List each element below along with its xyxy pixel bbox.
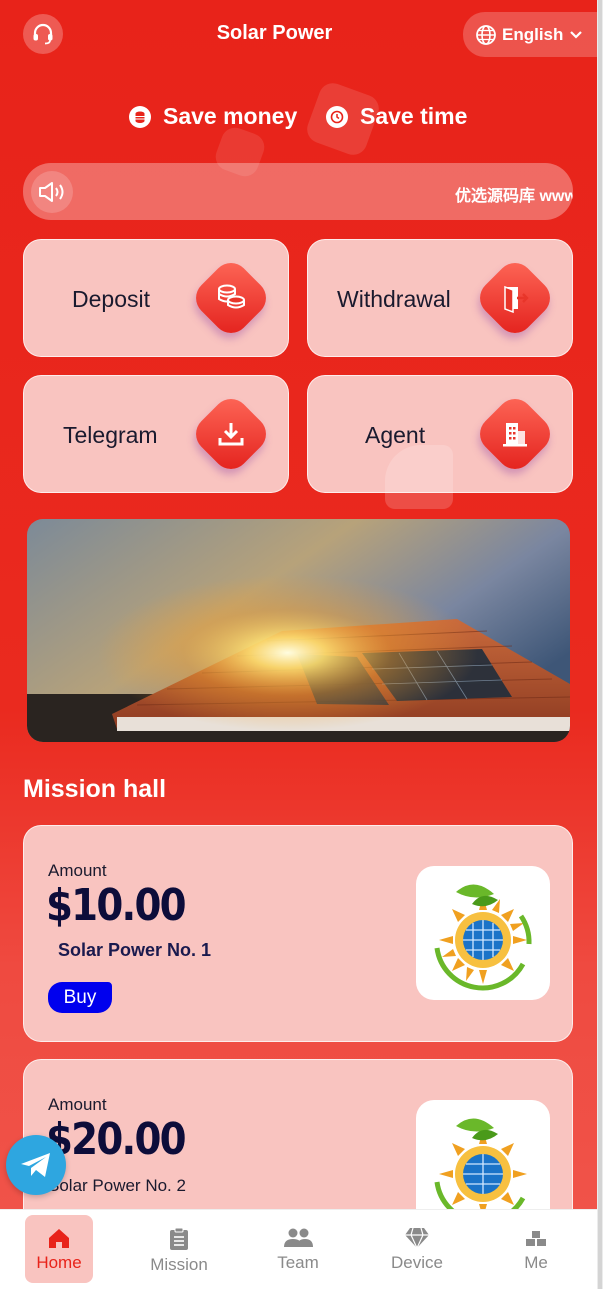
chevron-down-icon <box>570 30 583 39</box>
tab-team[interactable]: Team <box>264 1215 332 1283</box>
solar-roof-banner[interactable] <box>27 519 570 742</box>
mission-card[interactable]: Amount $10.00 Solar Power No. 1 Buy <box>23 825 573 1042</box>
people-icon <box>284 1228 313 1247</box>
paper-plane-icon <box>21 1153 50 1177</box>
deposit-label: Deposit <box>72 285 150 312</box>
home-icon <box>49 1229 69 1248</box>
diamond-icon <box>405 1227 429 1249</box>
globe-icon <box>476 24 496 45</box>
tab-label: Team <box>277 1253 319 1272</box>
tab-me[interactable]: Me <box>502 1215 570 1283</box>
amount-value: $10.00 <box>46 880 187 931</box>
solar-logo <box>416 866 550 1000</box>
withdrawal-button[interactable]: Withdrawal <box>307 239 573 357</box>
language-label: English <box>502 24 564 44</box>
buy-button[interactable]: Buy <box>48 982 112 1013</box>
announcement-bar[interactable]: 优选源码库 www <box>23 163 573 220</box>
scrollbar[interactable] <box>597 0 603 1289</box>
telegram-label: Telegram <box>63 421 158 448</box>
amount-label: Amount <box>48 861 107 880</box>
clipboard-icon <box>170 1227 188 1250</box>
solar-sun-logo-icon <box>434 884 532 991</box>
mission-hall-title: Mission hall <box>23 775 167 803</box>
download-icon <box>201 404 261 464</box>
scrollbar-thumb[interactable] <box>598 0 602 1289</box>
tab-label: Home <box>36 1253 82 1272</box>
tab-label: Me <box>524 1253 548 1272</box>
app-screen: Solar Power English Save money Save time… <box>0 0 597 1289</box>
amount-value: $20.00 <box>46 1114 187 1165</box>
slogan-save-money: Save money <box>129 103 297 130</box>
product-name: Solar Power No. 1 <box>58 940 212 960</box>
product-name: Solar Power No. 2 <box>48 1176 186 1195</box>
bars-icon <box>526 1231 546 1246</box>
tab-label: Device <box>391 1253 443 1272</box>
solar-roof-image <box>27 519 570 742</box>
tab-label: Mission <box>150 1255 208 1274</box>
decoration <box>385 445 453 509</box>
slogan-save-time-text: Save time <box>360 103 468 129</box>
tab-mission[interactable]: Mission <box>145 1215 213 1283</box>
telegram-button[interactable]: Telegram <box>23 375 289 493</box>
slogan-save-money-text: Save money <box>163 103 298 129</box>
coin-stack-icon <box>129 105 151 128</box>
amount-label: Amount <box>48 1095 107 1114</box>
tab-home[interactable]: Home <box>25 1215 93 1283</box>
telegram-float-button[interactable] <box>6 1135 66 1195</box>
exit-door-icon <box>485 268 545 328</box>
slogan-save-time: Save time <box>326 103 467 130</box>
deposit-button[interactable]: Deposit <box>23 239 289 357</box>
speaker-icon <box>31 171 73 213</box>
withdrawal-label: Withdrawal <box>337 285 451 312</box>
tab-device[interactable]: Device <box>383 1215 451 1283</box>
building-icon <box>485 404 545 464</box>
clock-icon <box>326 105 348 128</box>
announcement-text: 优选源码库 www <box>455 188 573 205</box>
coins-icon <box>201 268 261 328</box>
language-selector[interactable]: English <box>463 12 597 57</box>
bottom-tab-bar: Home Mission Team Device Me <box>0 1209 597 1289</box>
